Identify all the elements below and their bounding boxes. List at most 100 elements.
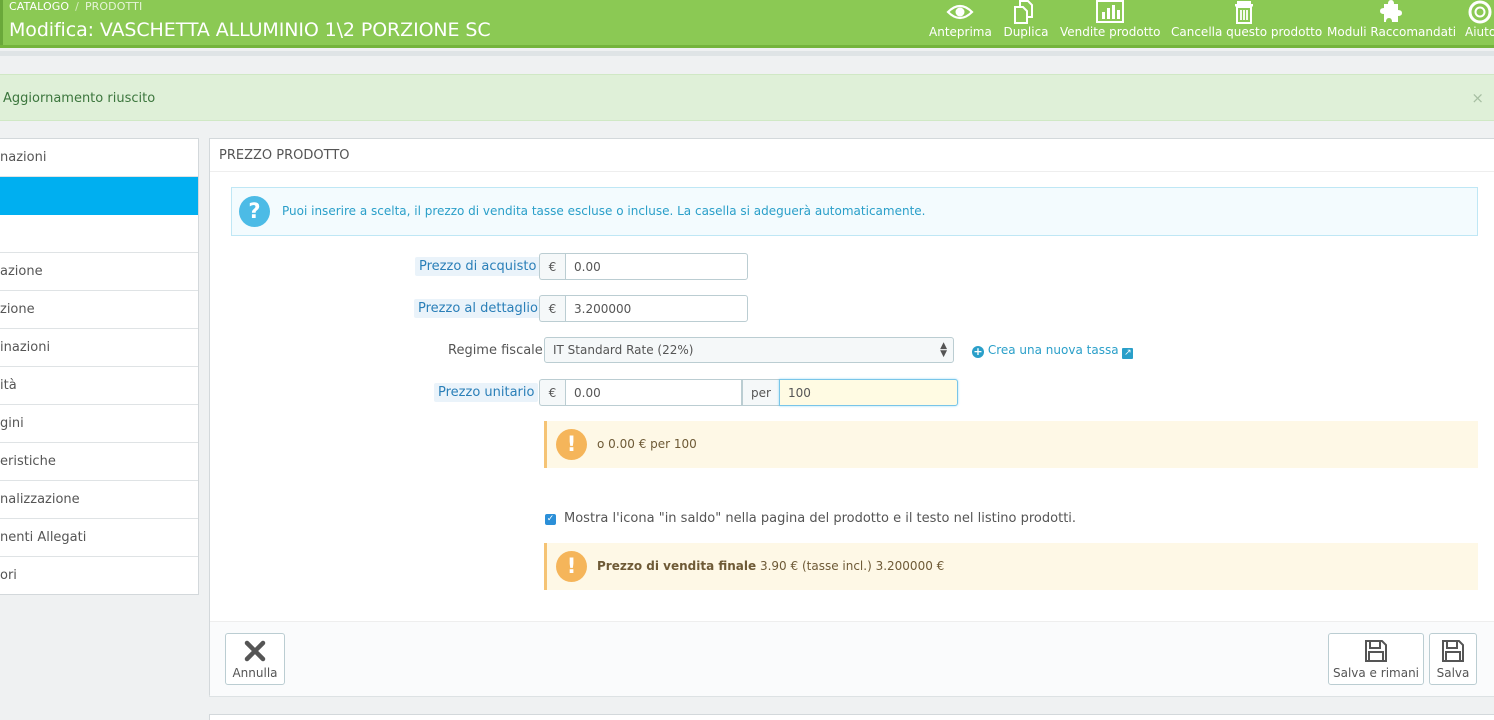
sidebar-item-shipping[interactable]: zione — [0, 291, 198, 329]
sidebar-item-combinations[interactable]: inazioni — [0, 329, 198, 367]
sidebar-item-quantities[interactable]: ità — [0, 367, 198, 405]
lifebuoy-icon — [1468, 0, 1492, 24]
help-button[interactable]: Aiuto — [1462, 0, 1494, 45]
product-tabs-sidebar: nazioni azione zione inazioni ità gini e… — [0, 138, 199, 595]
save-and-stay-label: Salva e rimani — [1332, 666, 1420, 680]
duplicate-button[interactable]: Duplica — [1003, 0, 1049, 45]
product-sales-label: Vendite prodotto — [1060, 25, 1161, 39]
puzzle-icon — [1379, 0, 1402, 22]
tax-rule-value: IT Standard Rate (22%) — [553, 343, 694, 357]
sidebar-item-attachments[interactable]: nenti Allegati — [0, 519, 198, 557]
plus-circle-icon: + — [972, 345, 984, 358]
sidebar-item-label: ità — [0, 378, 17, 393]
unit-price-label: Prezzo unitario — [434, 383, 539, 402]
delete-product-label: Cancella questo prodotto — [1171, 25, 1323, 39]
unit-price-warning-text: o 0.00 € per 100 — [597, 437, 697, 451]
per-addon: per — [742, 379, 779, 406]
cancel-label: Annulla — [232, 666, 278, 680]
save-button[interactable]: Salva — [1429, 633, 1477, 685]
duplicate-label: Duplica — [1003, 25, 1049, 39]
purchase-price-group: € 0.00 — [539, 253, 748, 280]
recommended-modules-button[interactable]: Moduli Raccomandati — [1327, 0, 1457, 45]
on-sale-label[interactable]: Mostra l'icona "in saldo" nella pagina d… — [564, 511, 1076, 526]
floppy-disk-icon — [1365, 640, 1387, 662]
eye-icon — [946, 4, 974, 20]
unit-price-warning: ! o 0.00 € per 100 — [544, 421, 1478, 468]
panel-footer: Annulla Salva e rimani Salva — [210, 621, 1494, 696]
sidebar-item-customization[interactable]: nalizzazione — [0, 481, 198, 519]
sidebar-item-images[interactable]: gini — [0, 405, 198, 443]
final-price-text: Prezzo di vendita finale 3.90 € (tasse i… — [597, 559, 944, 573]
info-text: Puoi inserire a scelta, il prezzo di ven… — [282, 204, 926, 218]
breadcrumb-catalog[interactable]: CATALOGO — [9, 0, 69, 13]
product-sales-button[interactable]: Vendite prodotto — [1060, 0, 1161, 45]
retail-price-group: € 3.200000 — [539, 295, 748, 322]
sidebar-item-label: nalizzazione — [0, 492, 80, 507]
sidebar-item-label: nenti Allegati — [0, 530, 87, 545]
preview-label: Anteprima — [929, 25, 992, 39]
help-label: Aiuto — [1465, 25, 1494, 39]
price-panel: PREZZO PRODOTTO ? Puoi inserire a scelta… — [209, 138, 1494, 696]
currency-addon: € — [539, 295, 565, 322]
unit-price-group: € 0.00 per 100 — [539, 379, 958, 406]
retail-price-input[interactable]: 3.200000 — [565, 295, 748, 322]
bar-chart-icon — [1095, 0, 1124, 23]
currency-addon: € — [539, 379, 565, 406]
on-sale-checkbox[interactable]: ✓ — [545, 514, 556, 525]
close-icon[interactable]: × — [1471, 89, 1484, 107]
trash-icon — [1234, 1, 1253, 24]
final-price-title: Prezzo di vendita finale — [597, 559, 757, 573]
next-panel-edge — [209, 714, 1494, 720]
sidebar-item-label: zione — [0, 302, 35, 317]
sidebar-item-label: gini — [0, 416, 24, 431]
sidebar-item-label: inazioni — [0, 340, 51, 355]
sidebar-item-association[interactable]: azione — [0, 253, 198, 291]
preview-button[interactable]: Anteprima — [929, 0, 992, 45]
unit-price-input[interactable]: 0.00 — [565, 379, 742, 406]
exclamation-icon: ! — [556, 429, 587, 460]
save-and-stay-button[interactable]: Salva e rimani — [1328, 633, 1424, 685]
sidebar-item-seo[interactable] — [0, 215, 198, 253]
final-price-value: 3.90 € (tasse incl.) 3.200000 € — [759, 559, 945, 573]
retail-price-label: Prezzo al dettaglio — [414, 299, 542, 318]
sidebar-item-label: eristiche — [0, 454, 56, 469]
breadcrumb-products[interactable]: PRODOTTI — [85, 0, 142, 13]
sidebar-item-information[interactable]: nazioni — [0, 139, 198, 177]
purchase-price-label: Prezzo di acquisto — [415, 257, 541, 276]
panel-heading: PREZZO PRODOTTO — [210, 139, 1494, 172]
sidebar-item-label: ori — [0, 568, 17, 583]
recommended-modules-label: Moduli Raccomandati — [1327, 25, 1457, 39]
breadcrumb-separator: / — [75, 0, 79, 13]
create-tax-link[interactable]: + Crea una nuova tassa ↗ — [972, 343, 1134, 359]
select-arrows-icon: ▲ ▼ — [940, 341, 947, 359]
floppy-disk-icon — [1442, 640, 1464, 662]
breadcrumb: CATALOGO / PRODOTTI — [9, 0, 142, 13]
final-price-warning: ! Prezzo di vendita finale 3.90 € (tasse… — [544, 543, 1478, 590]
currency-addon: € — [539, 253, 565, 280]
sidebar-item-label: azione — [0, 264, 43, 279]
info-alert: ? Puoi inserire a scelta, il prezzo di v… — [231, 187, 1478, 236]
tax-rule-select[interactable]: IT Standard Rate (22%) ▲ ▼ — [544, 337, 954, 363]
unit-quantity-input[interactable]: 100 — [779, 379, 958, 406]
delete-product-button[interactable]: Cancella questo prodotto — [1171, 0, 1323, 45]
close-icon — [244, 640, 266, 662]
sidebar-item-suppliers[interactable]: ori — [0, 557, 198, 595]
sidebar-item-features[interactable]: eristiche — [0, 443, 198, 481]
header-shadow — [0, 51, 1494, 56]
panel-title: PREZZO PRODOTTO — [219, 148, 350, 163]
purchase-price-input[interactable]: 0.00 — [565, 253, 748, 280]
create-tax-label: Crea una nuova tassa — [987, 343, 1119, 357]
success-alert: Aggiornamento riuscito × — [0, 74, 1494, 121]
external-link-icon: ↗ — [1122, 348, 1134, 359]
success-message: Aggiornamento riuscito — [3, 91, 156, 106]
sidebar-item-prices[interactable] — [0, 177, 198, 215]
tax-rule-label: Regime fiscale — [448, 343, 543, 358]
page-header: CATALOGO / PRODOTTI Modifica: VASCHETTA AL… — [0, 0, 1494, 48]
save-label: Salva — [1436, 666, 1470, 680]
sidebar-item-label: nazioni — [0, 150, 47, 165]
page-title: Modifica: VASCHETTA ALLUMINIO 1\2 PORZIO… — [9, 19, 491, 41]
cancel-button[interactable]: Annulla — [225, 633, 285, 685]
copy-icon — [1014, 0, 1033, 24]
header-accent — [0, 0, 3, 45]
question-icon: ? — [239, 196, 270, 227]
